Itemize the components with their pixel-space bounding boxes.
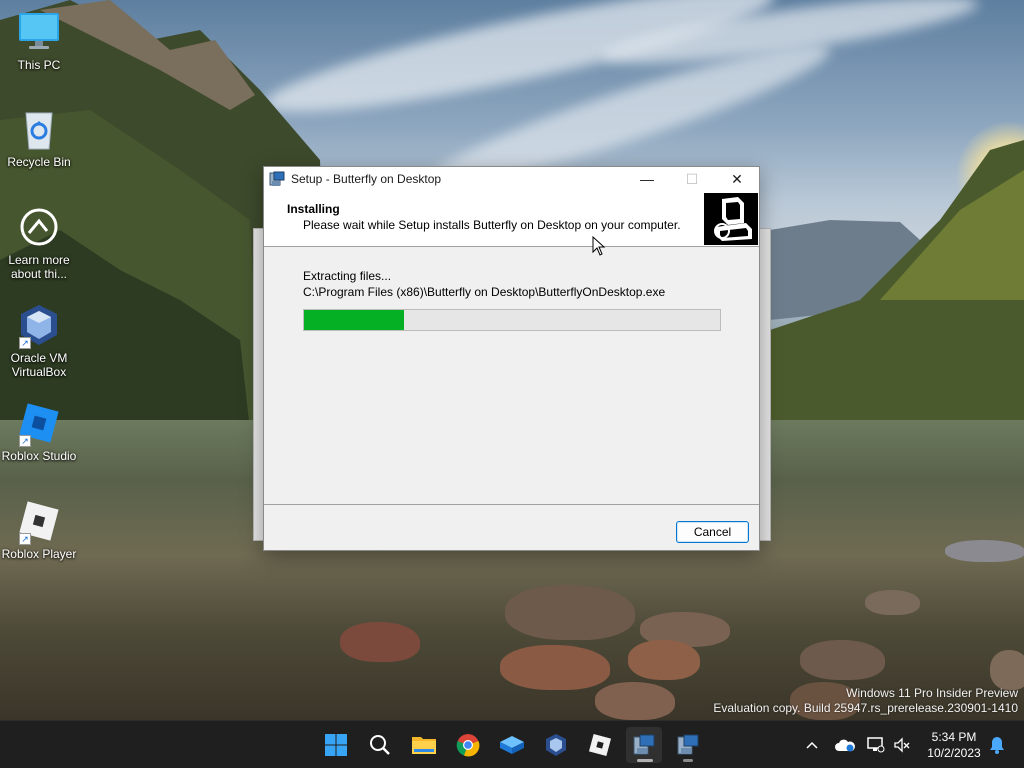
desktop-icon-label: Roblox Studio [1,449,77,463]
show-hidden-icons-button[interactable] [800,733,824,757]
setup-installer-icon [633,734,655,755]
running-indicator [683,759,693,762]
chrome-icon [456,734,480,757]
wizard-footer: Cancel [264,505,759,551]
taskbar-virtualbox[interactable] [538,727,574,763]
desktop-icon-label: Oracle VM VirtualBox [10,351,68,379]
setup-app-icon [269,171,285,186]
taskbar-roblox[interactable] [582,727,618,763]
learn-more-icon [17,205,61,249]
cancel-button[interactable]: Cancel [676,521,749,543]
maximize-button[interactable]: ☐ [669,167,715,191]
start-icon [325,734,347,756]
chevron-up-icon [806,741,818,749]
roblox-studio-icon: ↗ [17,401,61,447]
desktop-icon-label: Learn more about thi... [8,253,70,281]
taskbar-setup-installer[interactable] [626,727,662,763]
shortcut-arrow-icon: ↗ [19,337,31,349]
watermark-build: Evaluation copy. Build 25947.rs_prerelea… [713,701,1018,715]
desktop-icon-roblox-studio[interactable]: ↗ Roblox Studio [0,401,78,463]
taskbar-chrome[interactable] [450,727,486,763]
current-file-path: C:\Program Files (x86)\Butterfly on Desk… [303,285,666,299]
setup-window[interactable]: Setup - Butterfly on Desktop — ☐ ✕ Insta… [263,166,760,551]
monitor-icon [17,10,61,54]
volume-button[interactable] [890,733,914,757]
desktop-icon-label: Roblox Player [1,547,77,561]
close-button[interactable]: ✕ [714,167,760,191]
clock-time: 5:34 PM [931,730,977,744]
notifications-button[interactable] [985,733,1009,757]
installer-computer-icon [704,193,758,245]
network-icon [867,737,885,753]
onedrive-cloud-icon [835,739,855,752]
setup-installer-icon-2 [677,734,699,755]
onedrive-button[interactable] [833,733,857,757]
shortcut-arrow-icon: ↗ [19,435,31,447]
page-title: Installing [287,202,340,216]
minimize-button[interactable]: — [624,167,670,191]
clock-date: 10/2/2023 [927,746,981,760]
taskbar-box-app[interactable] [494,727,530,763]
progress-fill [304,310,404,330]
taskbar-file-explorer[interactable] [406,727,442,763]
install-progress-bar [303,309,721,331]
file-explorer-icon [412,737,436,754]
status-text: Extracting files... [303,269,392,283]
virtualbox-icon: ↗ [17,303,61,349]
box-app-icon [500,736,524,754]
desktop-icon-recycle-bin[interactable]: Recycle Bin [0,107,78,169]
mouse-cursor-icon [592,236,606,256]
system-clock[interactable]: 5:34 PM 10/2/2023 [918,729,990,761]
taskbar-setup-installer-2[interactable] [670,727,706,763]
search-icon [370,735,390,755]
watermark-edition: Windows 11 Pro Insider Preview [846,686,1018,700]
desktop-icon-roblox-player[interactable]: ↗ Roblox Player [0,499,78,561]
desktop-icon-label: This PC [17,58,61,72]
active-indicator [637,759,653,762]
search-button[interactable] [362,727,398,763]
virtualbox-icon [546,734,566,756]
roblox-icon [588,733,612,757]
window-titlebar[interactable]: Setup - Butterfly on Desktop — ☐ ✕ [264,167,759,191]
taskbar: 5:34 PM 10/2/2023 [0,720,1024,768]
desktop-icon-this-pc[interactable]: This PC [0,10,78,72]
recycle-bin-icon [17,107,61,151]
desktop-icon-label: Recycle Bin [7,155,71,169]
wizard-header: Installing Please wait while Setup insta… [264,191,759,247]
window-title: Setup - Butterfly on Desktop [291,172,442,186]
network-button[interactable] [864,733,888,757]
volume-muted-icon [894,737,910,753]
start-button[interactable] [318,727,354,763]
desktop-icon-virtualbox[interactable]: ↗ Oracle VM VirtualBox [0,303,78,379]
close-icon: ✕ [731,170,743,187]
minimize-icon: — [640,171,654,187]
shortcut-arrow-icon: ↗ [19,533,31,545]
roblox-player-icon: ↗ [17,499,61,545]
wizard-body: Extracting files... C:\Program Files (x8… [264,247,759,505]
desktop-icon-learn-more[interactable]: Learn more about thi... [0,205,78,281]
bell-icon [990,737,1004,754]
maximize-icon: ☐ [685,170,699,187]
page-subtitle: Please wait while Setup installs Butterf… [303,218,681,232]
